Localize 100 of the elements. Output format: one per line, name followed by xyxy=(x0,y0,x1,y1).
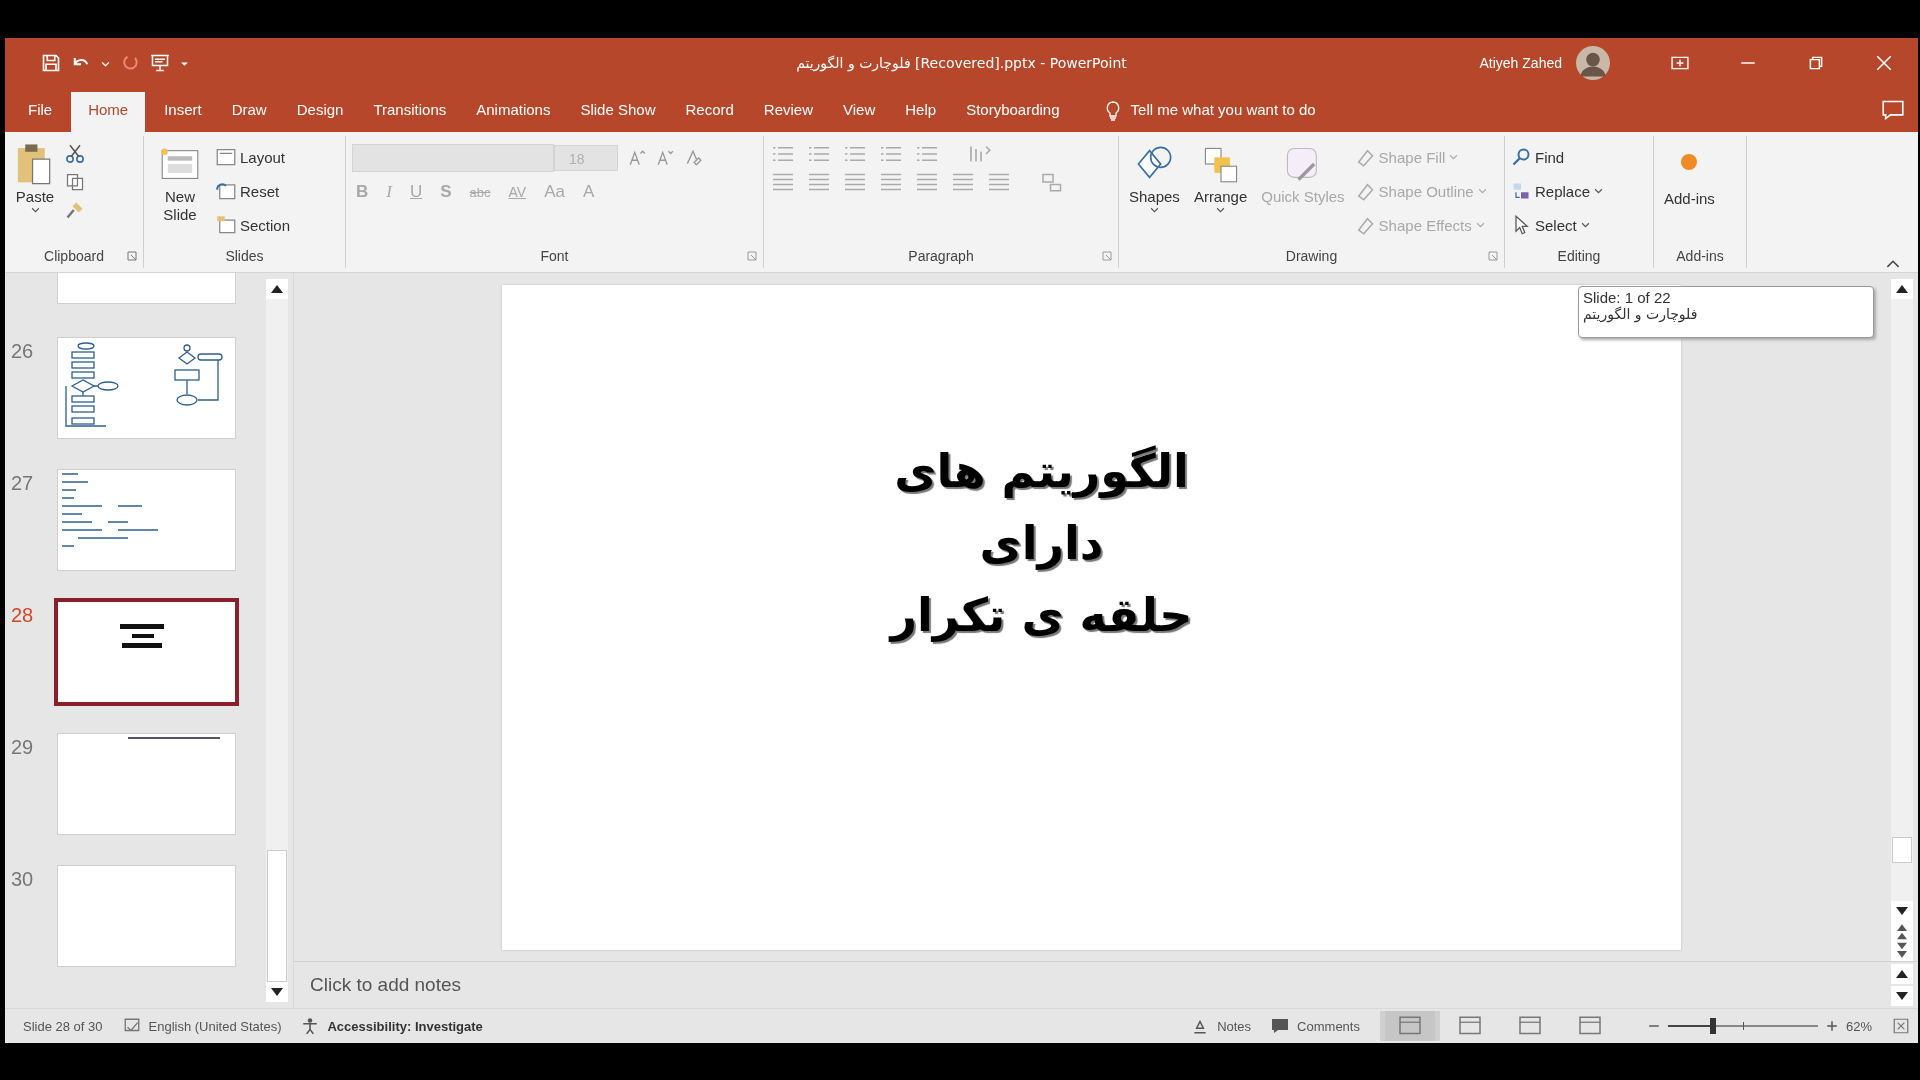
zoom-in-icon[interactable] xyxy=(1825,1020,1838,1032)
caret-icon[interactable] xyxy=(1149,207,1159,214)
ribbon-tab[interactable]: Transitions xyxy=(358,92,462,132)
fit-slide-icon[interactable] xyxy=(1892,1017,1910,1035)
scroll-up-icon[interactable] xyxy=(266,279,288,299)
slide-thumbnail[interactable] xyxy=(58,734,235,834)
slide-thumbnail[interactable] xyxy=(58,866,235,966)
scroll-down-icon[interactable] xyxy=(1891,986,1913,1006)
ribbon-tab[interactable]: View xyxy=(828,92,891,132)
zoom-slider-thumb[interactable] xyxy=(1709,1018,1716,1034)
notes-pane[interactable]: Click to add notes xyxy=(294,961,1918,1008)
view-icon[interactable] xyxy=(1379,1011,1440,1041)
collapse-ribbon-icon[interactable] xyxy=(1886,259,1900,268)
scroll-up-icon[interactable] xyxy=(1891,279,1913,299)
slide-number: 28 xyxy=(11,603,35,628)
dialog-launcher-icon[interactable] xyxy=(1102,251,1112,261)
caret-icon[interactable] xyxy=(1216,207,1226,214)
ribbon-tab[interactable]: Storyboarding xyxy=(951,92,1075,132)
tooltip-text: Slide: 1 of 22 xyxy=(1583,289,1672,306)
align-icon[interactable] xyxy=(842,172,868,192)
ribbon-tab[interactable]: Record xyxy=(670,92,749,132)
grow-font-icon[interactable] xyxy=(628,149,646,167)
accessibility-status[interactable]: Accessibility: Investigate xyxy=(327,1018,483,1034)
search-icon xyxy=(1511,147,1531,167)
align-icon[interactable] xyxy=(950,172,976,192)
save-icon[interactable] xyxy=(41,53,61,73)
align-icon[interactable] xyxy=(878,172,904,192)
select-button[interactable]: Select xyxy=(1511,212,1604,238)
language-status[interactable]: English (United States) xyxy=(148,1018,282,1034)
replace-button[interactable]: Replace xyxy=(1511,178,1604,204)
scissors-icon[interactable] xyxy=(65,144,85,164)
clear-formatting-icon[interactable] xyxy=(684,149,702,167)
avatar-icon[interactable] xyxy=(1576,46,1610,80)
comment-icon[interactable] xyxy=(1882,100,1904,120)
zoom-slider[interactable] xyxy=(1667,1018,1818,1034)
slide-thumbnail[interactable] xyxy=(58,273,235,303)
slide-title-line: دارای xyxy=(979,515,1104,572)
format-painter-icon[interactable] xyxy=(65,200,85,220)
copy-icon[interactable] xyxy=(65,172,85,192)
next-slide-icon[interactable] xyxy=(1891,941,1913,961)
lightbulb-icon xyxy=(1104,101,1121,121)
ribbon-tab[interactable]: Design xyxy=(281,92,359,132)
arrange-button[interactable]: Arrange xyxy=(1189,140,1252,244)
slide-thumbnail[interactable] xyxy=(58,338,235,438)
scroll-down-icon[interactable] xyxy=(1891,901,1913,921)
scroll-down-icon[interactable] xyxy=(266,982,288,1002)
layout-button[interactable]: Layout xyxy=(216,144,291,170)
list-icon[interactable] xyxy=(878,144,904,164)
font-name-field[interactable] xyxy=(352,144,554,172)
caret-icon xyxy=(1475,221,1485,229)
scroll-up-icon[interactable] xyxy=(1891,964,1913,984)
list-icon[interactable] xyxy=(806,144,832,164)
ribbon-tab[interactable]: Animations xyxy=(461,92,566,132)
ribbon-tab[interactable]: File xyxy=(13,92,68,132)
align-icon[interactable] xyxy=(914,172,940,192)
shrink-font-icon[interactable] xyxy=(656,149,674,167)
close-icon[interactable] xyxy=(1875,54,1893,72)
reset-button[interactable]: Reset xyxy=(216,178,291,204)
comments-button[interactable]: Comments xyxy=(1271,1017,1360,1035)
paste-button[interactable]: Paste xyxy=(11,140,59,244)
slide-number: 26 xyxy=(11,339,35,364)
redo-icon[interactable] xyxy=(120,53,140,73)
restore-icon[interactable] xyxy=(1807,54,1825,72)
section-button[interactable]: Section xyxy=(216,212,291,238)
slide-counter[interactable]: Slide 28 of 30 xyxy=(23,1018,103,1034)
ribbon-tab[interactable]: Slide Show xyxy=(565,92,671,132)
scrollbar-thumb[interactable] xyxy=(1892,837,1912,863)
ribbon-tab[interactable]: Help xyxy=(890,92,952,132)
ribbon-tab[interactable]: Insert xyxy=(149,92,217,132)
ribbon-tab[interactable]: Home xyxy=(71,92,146,132)
notes-button[interactable]: Notes xyxy=(1191,1017,1252,1035)
scrollbar[interactable] xyxy=(266,279,288,1002)
reset-icon xyxy=(216,181,236,201)
dialog-launcher-icon[interactable] xyxy=(747,251,757,261)
presentation-icon[interactable] xyxy=(150,53,170,73)
ribbon-tab[interactable]: Draw xyxy=(216,92,282,132)
ribbon-display-icon[interactable] xyxy=(1671,54,1689,72)
dialog-launcher-icon[interactable] xyxy=(1488,251,1498,261)
caret-icon xyxy=(1449,153,1459,161)
accessibility-icon[interactable] xyxy=(301,1017,320,1035)
user-name[interactable]: Atiyeh Zahed xyxy=(1479,55,1562,71)
add-ins-button[interactable]: Add-ins xyxy=(1660,140,1719,244)
shapes-button[interactable]: Shapes xyxy=(1125,140,1184,244)
scrollbar[interactable] xyxy=(1891,279,1913,961)
slide-title-line: حلقه ی تکرار xyxy=(890,587,1193,644)
new-slide-button[interactable]: New Slide xyxy=(150,140,210,244)
caret-icon[interactable] xyxy=(30,207,40,214)
align-icon[interactable] xyxy=(770,172,796,192)
list-icon[interactable] xyxy=(842,144,868,164)
dialog-launcher-icon[interactable] xyxy=(127,251,137,261)
tell-me-search[interactable]: Tell me what you want to do xyxy=(1130,92,1316,132)
find-button[interactable]: Find xyxy=(1511,144,1604,170)
list-icon[interactable] xyxy=(914,144,940,164)
ribbon-tab[interactable]: Review xyxy=(748,92,829,132)
notes-placeholder: Click to add notes xyxy=(310,974,462,996)
align-icon[interactable] xyxy=(986,172,1012,192)
slide-thumbnail[interactable] xyxy=(58,470,235,570)
align-icon[interactable] xyxy=(806,172,832,192)
zoom-level[interactable]: 62% xyxy=(1845,1018,1872,1034)
scrollbar-thumb[interactable] xyxy=(267,850,287,982)
